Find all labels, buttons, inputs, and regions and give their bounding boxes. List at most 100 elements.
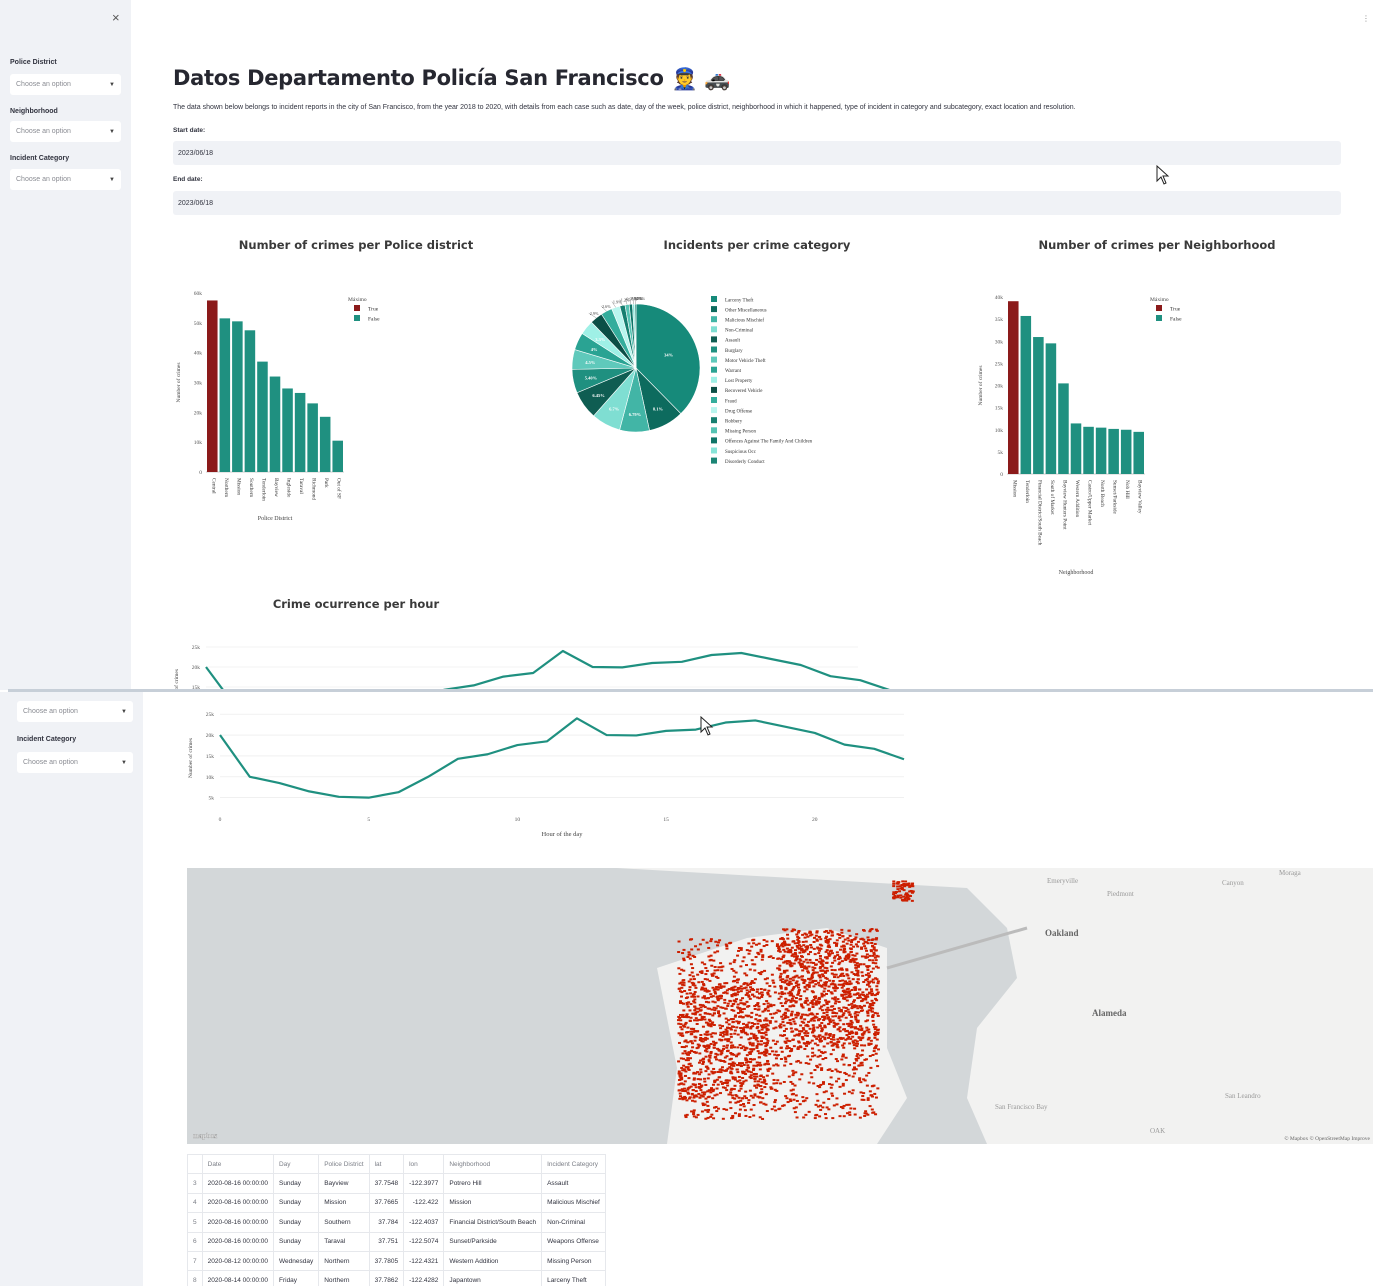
incident-point	[825, 949, 829, 952]
incident-point	[728, 962, 732, 965]
incident-point	[752, 1023, 756, 1026]
x-tick-label: North Beach	[1099, 480, 1105, 507]
legend-swatch	[1156, 315, 1162, 321]
legend-label: Assault	[725, 339, 741, 344]
incident-point	[876, 1087, 880, 1090]
incident-point	[767, 1067, 771, 1070]
table-row[interactable]: 7 2020-08-12 00:00:00 Wednesday Northern 37.…	[187, 1250, 606, 1272]
incident-point	[838, 1009, 842, 1012]
incident-category-select[interactable]: Choose an option ▼	[10, 169, 121, 190]
bottom-screenshot-frame: Choose an option ▼ Incident Category Choo…	[0, 692, 1373, 1286]
y-tick-label: 5k	[998, 450, 1004, 456]
incident-point	[753, 978, 757, 981]
incident-point	[869, 928, 873, 931]
incident-point	[677, 940, 681, 943]
main-menu-icon[interactable]: ⋮	[1362, 14, 1370, 23]
legend-swatch	[711, 366, 717, 373]
table-column-header[interactable]: Date	[201, 1153, 274, 1175]
table-row[interactable]: 4 2020-08-16 00:00:00 Sunday Mission 37.7665…	[187, 1192, 606, 1214]
incident-point	[870, 944, 874, 947]
x-tick-label: 10	[515, 817, 521, 823]
incident-point	[785, 1047, 789, 1050]
legend-label: Suspicious Occ	[725, 450, 757, 455]
incident-point	[756, 1025, 760, 1028]
table-column-header[interactable]: lon	[403, 1153, 445, 1175]
incident-point	[858, 1079, 862, 1082]
incident-map[interactable]: Emeryville Piedmont Oakland Alameda San Lean…	[187, 868, 1373, 1144]
map-canvas[interactable]: EmeryvillePiedmontOaklandAlamedaSan Lean…	[187, 868, 1373, 1144]
incident-point	[909, 889, 913, 892]
incident-point	[696, 1113, 700, 1116]
incident-point	[798, 1103, 802, 1106]
police-district-select[interactable]: Choose an option ▼	[10, 74, 121, 95]
incident-point	[850, 1025, 854, 1028]
incident-point	[783, 950, 787, 953]
incident-point	[832, 956, 836, 959]
incident-category-select[interactable]: Choose an option ▼	[17, 752, 133, 773]
incident-point	[839, 973, 843, 976]
incident-point	[785, 947, 789, 950]
incident-point	[863, 945, 867, 948]
neighborhood-select[interactable]: Choose an option ▼	[10, 121, 121, 142]
incident-point	[803, 1018, 807, 1021]
bar	[1008, 301, 1019, 474]
y-tick-label: 20k	[995, 384, 1004, 390]
end-date-input[interactable]: 2023/06/18	[173, 191, 1341, 215]
incident-point	[847, 1090, 851, 1093]
incident-point	[831, 1005, 835, 1008]
table-column-header[interactable]: Police District	[318, 1153, 370, 1175]
incident-point	[832, 987, 836, 990]
incident-point	[790, 997, 794, 1000]
incident-point	[829, 1053, 833, 1056]
incident-point	[729, 1067, 733, 1070]
incident-point	[679, 1057, 683, 1060]
incident-point	[728, 1101, 732, 1104]
table-row[interactable]: 6 2020-08-16 00:00:00 Sunday Taraval 37.751-…	[187, 1231, 606, 1252]
incident-point	[860, 1006, 864, 1009]
incident-point	[799, 955, 803, 958]
x-tick-label: Tenderloin	[1024, 480, 1030, 503]
incident-point	[773, 1053, 777, 1056]
incident-point	[770, 973, 774, 976]
incident-point	[698, 1096, 702, 1099]
incident-point	[746, 1060, 750, 1063]
table-row[interactable]: 3 2020-08-16 00:00:00 Sunday Bayview 37.7548…	[187, 1173, 606, 1194]
x-tick-label: Central	[210, 478, 216, 494]
incident-point	[691, 975, 695, 978]
incident-point	[826, 1042, 830, 1045]
incident-category-label: Incident Category	[10, 155, 70, 162]
incident-point	[780, 942, 784, 945]
table-row[interactable]: 8 2020-08-14 00:00:00 Friday Northern 37.786…	[187, 1270, 606, 1286]
incident-point	[860, 1064, 864, 1067]
incident-point	[736, 1003, 740, 1006]
incident-point	[855, 1055, 859, 1058]
table-column-header[interactable]: Incident Category	[541, 1153, 606, 1175]
incident-point	[780, 980, 784, 983]
incident-point	[802, 960, 806, 963]
incident-point	[749, 1057, 753, 1060]
incident-point	[681, 979, 685, 982]
table-column-header[interactable]	[187, 1153, 203, 1175]
table-column-header[interactable]: Neighborhood	[443, 1153, 543, 1175]
close-icon[interactable]: ×	[112, 10, 120, 25]
incident-point	[768, 995, 772, 998]
incident-point	[808, 931, 812, 934]
incident-point	[861, 974, 865, 977]
table-column-header[interactable]: Day	[272, 1153, 320, 1175]
incident-point	[791, 1074, 795, 1077]
neighborhood-select[interactable]: Choose an option ▼	[17, 701, 133, 722]
incident-point	[726, 1019, 730, 1022]
chart-title-neighborhood: Number of crimes per Neighborhood	[1038, 238, 1276, 252]
incident-point	[777, 949, 781, 952]
incident-point	[810, 1039, 814, 1042]
incident-point	[814, 934, 818, 937]
incident-point	[691, 983, 695, 986]
table-column-header[interactable]: lat	[368, 1153, 405, 1175]
incident-point	[690, 981, 694, 984]
x-tick-label: Bayview Valley	[1137, 480, 1143, 514]
incident-point	[677, 1070, 681, 1073]
incident-point	[823, 1017, 827, 1020]
table-row[interactable]: 5 2020-08-16 00:00:00 Sunday Southern 37.784…	[187, 1212, 606, 1233]
start-date-input[interactable]: 2023/06/18	[173, 141, 1341, 165]
incident-point	[724, 943, 728, 946]
